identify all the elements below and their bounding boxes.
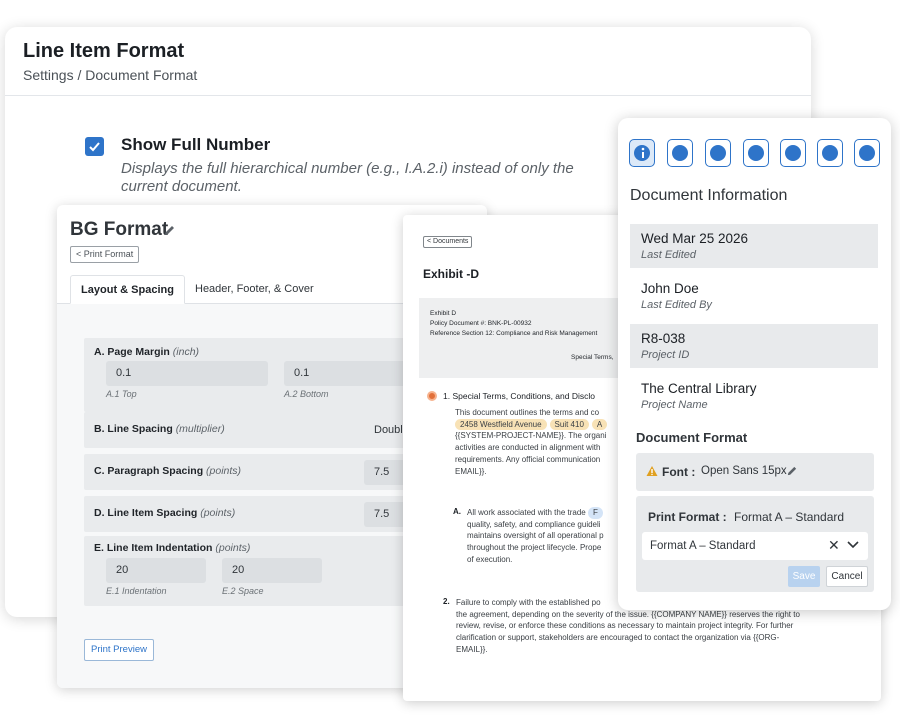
line-item-a-number: A.	[453, 507, 461, 516]
info-row-project-name: The Central Library Project Name	[630, 374, 878, 418]
info-label: Project ID	[641, 349, 690, 361]
show-full-number-label: Show Full Number	[121, 135, 271, 154]
compass-icon[interactable]	[854, 139, 880, 167]
print-preview-button[interactable]: Print Preview	[84, 639, 154, 661]
indent-space-hint: E.2 Space	[222, 586, 264, 596]
suite-tag: Suit 410	[549, 418, 589, 431]
id-badge-icon[interactable]	[705, 139, 731, 167]
address-tag: 2458 Westfield Avenue	[455, 418, 547, 431]
tab-header-footer-cover[interactable]: Header, Footer, & Cover	[195, 275, 314, 304]
indentation-label: E. Line Item Indentation (points)	[94, 542, 251, 554]
format-title: BG Format	[70, 219, 169, 240]
tab-layout-spacing[interactable]: Layout & Spacing	[70, 275, 185, 304]
page-margin-top-hint: A.1 Top	[106, 389, 137, 399]
text-line: All work associated with the trade	[467, 508, 586, 517]
indentation-input[interactable]: 20	[106, 558, 206, 583]
select-value: Format A – Standard	[650, 540, 756, 552]
print-format-label: Print Format :	[648, 510, 727, 524]
font-label: Font :	[662, 465, 696, 479]
info-value: Wed Mar 25 2026	[641, 231, 749, 246]
text-line: the agreement, depending on the severity…	[456, 609, 800, 619]
cancel-button[interactable]: Cancel	[826, 566, 868, 587]
print-format-editor: Print Format : Format A – Standard Forma…	[636, 496, 874, 592]
special-terms-heading: Special Terms,	[571, 354, 614, 361]
clipboard-icon[interactable]	[743, 139, 769, 167]
chevron-down-icon[interactable]	[847, 540, 859, 550]
print-format-back-button[interactable]: < Print Format	[70, 246, 140, 263]
line-item-2-number: 2.	[443, 597, 450, 606]
show-full-number-checkbox[interactable]	[85, 137, 104, 156]
meta-line: Policy Document #: BNK-PL-00932	[430, 320, 532, 327]
tag: A	[591, 418, 608, 431]
info-row-last-edited-by: John Doe Last Edited By	[630, 274, 878, 318]
edit-pencil-icon[interactable]	[786, 465, 798, 477]
meta-line: Exhibit D	[430, 310, 457, 317]
page-margin-label: A. Page Margin (inch)	[94, 346, 200, 358]
key-icon[interactable]	[667, 139, 693, 167]
show-full-number-description: Displays the full hierarchical number (e…	[121, 160, 574, 195]
document-format-heading: Document Format	[636, 430, 748, 445]
edit-pencil-icon[interactable]	[163, 224, 176, 237]
paragraph-spacing-label: C. Paragraph Spacing (points)	[94, 465, 242, 477]
info-row-project-id: R8-038 Project ID	[630, 324, 878, 368]
print-format-value: Format A – Standard	[734, 510, 845, 524]
trash-icon[interactable]	[780, 139, 806, 167]
font-setting-row: Font : Open Sans 15px	[636, 453, 874, 491]
breadcrumb[interactable]: Settings / Document Format	[23, 67, 197, 83]
indent-space-input[interactable]: 20	[222, 558, 322, 583]
document-info-panel: Document Information Wed Mar 25 2026 Las…	[618, 118, 891, 610]
info-label: Last Edited By	[641, 299, 712, 311]
clear-icon[interactable]: ✕	[828, 537, 840, 554]
info-label: Last Edited	[641, 249, 697, 261]
text-line: review, revise, or enforce these conditi…	[456, 621, 794, 631]
chat-icon[interactable]	[817, 139, 843, 167]
meta-line: Reference Section 12: Compliance and Ris…	[430, 330, 598, 337]
info-value: John Doe	[641, 281, 699, 296]
info-row-last-edited: Wed Mar 25 2026 Last Edited	[630, 224, 878, 268]
text-line: EMAIL}}.	[456, 644, 488, 654]
page-margin-top-input[interactable]: 0.1	[106, 361, 268, 386]
line-spacing-label: B. Line Spacing (multiplier)	[94, 423, 225, 435]
documents-back-button[interactable]: < Documents	[423, 236, 473, 248]
line-item-1-title: 1. Special Terms, Conditions, and Disclo	[443, 391, 595, 401]
info-value: R8-038	[641, 331, 686, 346]
warning-icon	[646, 466, 658, 476]
text-line: clarification or support, stakeholders a…	[456, 633, 780, 643]
info-icon[interactable]	[629, 139, 655, 167]
font-value: Open Sans 15px	[701, 465, 787, 477]
divider	[5, 95, 811, 96]
page-margin-bottom-hint: A.2 Bottom	[284, 389, 329, 399]
page-title: Line Item Format	[23, 40, 185, 62]
indentation-hint: E.1 Indentation	[106, 586, 167, 596]
print-format-select[interactable]: Format A – Standard ✕	[642, 532, 868, 560]
save-button[interactable]: Save	[788, 566, 820, 587]
status-dot-icon	[427, 391, 437, 401]
document-title: Exhibit -D	[423, 267, 479, 281]
info-value: The Central Library	[641, 381, 757, 396]
info-label: Project Name	[641, 399, 708, 411]
line-item-spacing-label: D. Line Item Spacing (points)	[94, 507, 236, 519]
tag: F	[587, 507, 603, 519]
checkmark-icon	[89, 142, 100, 152]
info-heading: Document Information	[630, 187, 788, 204]
